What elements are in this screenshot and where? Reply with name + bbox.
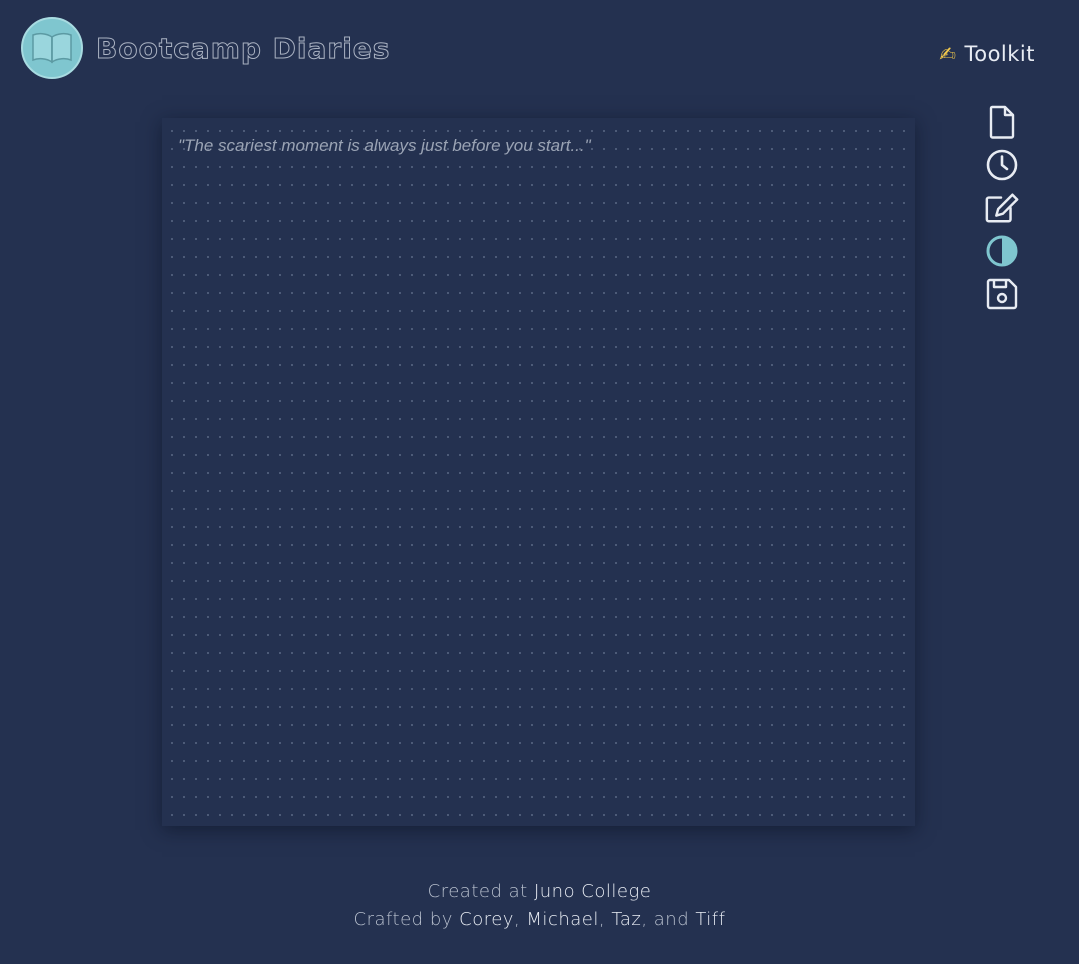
edit-button[interactable] xyxy=(984,190,1020,226)
new-page-button[interactable] xyxy=(984,104,1020,140)
author-link-corey[interactable]: Corey xyxy=(459,909,514,930)
open-book-icon xyxy=(21,17,83,79)
author-separator: , xyxy=(513,909,527,930)
created-prefix: Created at xyxy=(427,881,534,902)
new-page-icon xyxy=(989,105,1015,139)
author-separator: , xyxy=(598,909,612,930)
juno-college-link[interactable]: Juno College xyxy=(534,881,651,902)
contrast-icon xyxy=(986,235,1018,267)
history-button[interactable] xyxy=(984,147,1020,183)
logo[interactable]: Bootcamp Diaries xyxy=(21,17,390,79)
author-link-tiff[interactable]: Tiff xyxy=(695,909,725,930)
crafted-line: Crafted by Corey, Michael, Taz, and Tiff xyxy=(0,906,1079,934)
journal-page xyxy=(162,118,915,826)
save-icon xyxy=(986,278,1018,310)
author-separator: , and xyxy=(641,909,696,930)
toolkit-button[interactable]: ✍ Toolkit xyxy=(939,42,1035,66)
journal-entry-input[interactable] xyxy=(162,118,915,826)
footer: Created at Juno College Crafted by Corey… xyxy=(0,878,1079,934)
crafted-prefix: Crafted by xyxy=(353,909,460,930)
page: Bootcamp Diaries ✍ Toolkit "The scariest… xyxy=(0,0,1079,964)
created-line: Created at Juno College xyxy=(0,878,1079,906)
writing-hand-icon: ✍ xyxy=(939,42,957,66)
app-title: Bootcamp Diaries xyxy=(95,31,391,65)
edit-icon xyxy=(985,193,1019,223)
toolkit-toolbar xyxy=(982,104,1022,319)
author-link-taz[interactable]: Taz xyxy=(611,909,641,930)
toolkit-label: Toolkit xyxy=(964,42,1035,66)
theme-toggle-button[interactable] xyxy=(984,233,1020,269)
history-clock-icon xyxy=(986,149,1018,181)
save-button[interactable] xyxy=(984,276,1020,312)
author-link-michael[interactable]: Michael xyxy=(526,909,598,930)
